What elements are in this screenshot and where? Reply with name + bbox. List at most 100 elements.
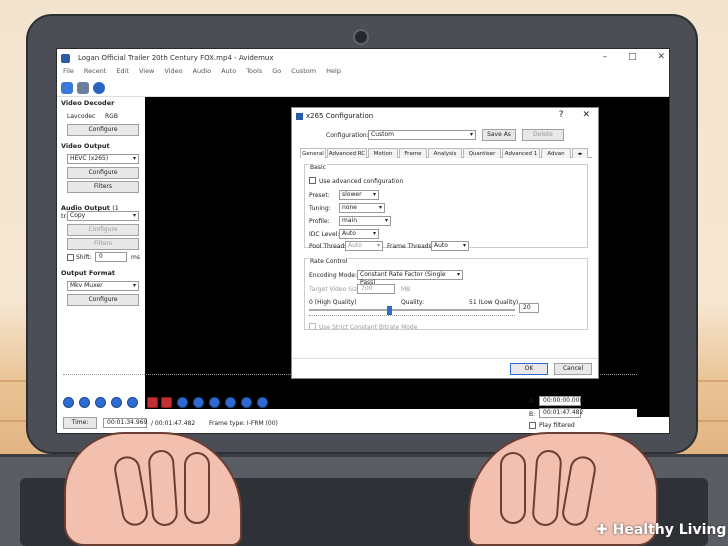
quality-slider-track[interactable] — [309, 309, 515, 311]
frame-threads-select[interactable]: Auto — [431, 241, 469, 251]
go-end-icon[interactable] — [225, 397, 236, 408]
configuration-select[interactable]: Custom — [368, 130, 476, 140]
avidemux-icon — [61, 53, 70, 63]
cancel-button[interactable]: Cancel — [554, 363, 592, 375]
audio-shift-checkbox[interactable] — [67, 254, 74, 261]
ok-button[interactable]: OK — [510, 363, 548, 375]
strict-cbr-checkbox[interactable] — [309, 323, 316, 330]
left-finger — [147, 449, 179, 527]
tab-general[interactable]: General — [300, 148, 326, 158]
window-titlebar: Logan Official Trailer 20th Century FOX.… — [57, 49, 669, 67]
video-filters-button[interactable]: Filters — [67, 181, 139, 193]
forward-icon[interactable] — [95, 397, 106, 408]
frame-threads-label: Frame Threads — [387, 243, 432, 250]
menu-tools[interactable]: Tools — [246, 67, 262, 79]
marker-a-icon[interactable] — [147, 397, 158, 408]
encoding-mode-select[interactable]: Constant Rate Factor (Single Pass) — [357, 270, 463, 286]
decoder-configure-button[interactable]: Configure — [67, 124, 139, 136]
muxer-select[interactable]: Mkv Muxer — [67, 281, 139, 291]
right-finger — [531, 449, 563, 527]
save-file-icon[interactable] — [77, 81, 89, 94]
menu-file[interactable]: File — [63, 67, 74, 79]
marker-b-icon[interactable] — [161, 397, 172, 408]
menu-recent[interactable]: Recent — [84, 67, 106, 79]
tab-frame[interactable]: Frame — [399, 148, 427, 158]
next-cut-icon[interactable] — [257, 397, 268, 408]
strict-cbr-label: Use Strict Constant Bitrate Mode — [319, 324, 418, 331]
use-advanced-checkbox[interactable] — [309, 177, 316, 184]
menu-go[interactable]: Go — [272, 67, 281, 79]
idc-select[interactable]: Auto — [339, 229, 379, 239]
playback-controls: Time: 00:01:34.969 / 00:01:47.482 Frame … — [57, 393, 669, 433]
pool-threads-select[interactable]: Auto — [345, 241, 383, 251]
window-controls: – □ ✕ — [585, 52, 665, 62]
encoding-mode-label: Encoding Mode: — [309, 272, 357, 279]
configuration-label: Configuration: — [326, 132, 369, 139]
shift-value-input[interactable]: 0 — [95, 252, 127, 262]
save-as-button[interactable]: Save As — [482, 129, 516, 141]
decoder-codec: Lavcodec — [67, 113, 96, 120]
quality-spinbox[interactable]: 20 — [519, 303, 539, 313]
close-button[interactable]: ✕ — [657, 52, 665, 62]
tab-advanced-rc[interactable]: Advanced RC — [327, 148, 367, 158]
prev-frame-icon[interactable] — [111, 397, 122, 408]
audio-mode-select[interactable]: Copy — [67, 211, 139, 221]
menu-auto[interactable]: Auto — [221, 67, 236, 79]
tab-motion[interactable]: Motion — [368, 148, 398, 158]
shift-label: Shift: — [76, 254, 92, 261]
quality-slider-thumb[interactable] — [387, 306, 393, 315]
menu-audio[interactable]: Audio — [193, 67, 211, 79]
webcam-icon — [353, 29, 369, 45]
audio-configure-button[interactable]: Configure — [67, 224, 139, 236]
current-time-field[interactable]: 00:01:34.969 — [103, 418, 147, 428]
tab-quantiser[interactable]: Quantiser — [463, 148, 501, 158]
laptop-screen: Logan Official Trailer 20th Century FOX.… — [56, 48, 670, 434]
play-filtered-checkbox[interactable] — [529, 422, 536, 429]
preset-select[interactable]: slower — [339, 190, 379, 200]
muxer-configure-button[interactable]: Configure — [67, 294, 139, 306]
prev-keyframe-icon[interactable] — [177, 397, 188, 408]
frame-type: Frame type: I-FRM (00) — [209, 420, 278, 427]
basic-title: Basic — [309, 164, 327, 171]
menu-custom[interactable]: Custom — [291, 67, 316, 79]
video-codec-select[interactable]: HEVC (x265) — [67, 154, 139, 164]
menu-view[interactable]: View — [139, 67, 154, 79]
go-start-icon[interactable] — [209, 397, 220, 408]
next-keyframe-icon[interactable] — [193, 397, 204, 408]
time-button[interactable]: Time: — [63, 417, 97, 429]
dialog-icon — [296, 113, 303, 120]
dialog-close-button[interactable]: ✕ — [582, 110, 590, 120]
audio-filters-button[interactable]: Filters — [67, 238, 139, 250]
maximize-button[interactable]: □ — [628, 52, 637, 62]
tab-advanced-2[interactable]: Advan — [541, 148, 571, 158]
profile-select[interactable]: main — [339, 216, 391, 226]
pool-threads-label: Pool Threads — [309, 243, 348, 250]
rewind-icon[interactable] — [79, 397, 90, 408]
next-frame-icon[interactable] — [127, 397, 138, 408]
tab-scroll-arrows[interactable]: ◂▸ — [572, 148, 588, 158]
menu-help[interactable]: Help — [326, 67, 341, 79]
minimize-button[interactable]: – — [603, 52, 608, 62]
tab-analysis[interactable]: Analysis — [428, 148, 462, 158]
marker-a-field[interactable]: 00:00:00.000 — [539, 396, 583, 406]
quality-slider-ticks — [309, 315, 515, 317]
rate-control-group: Rate Control Encoding Mode: Constant Rat… — [304, 258, 588, 331]
basic-group: Basic Use advanced configuration Preset:… — [304, 164, 588, 251]
marker-a-label: A: — [529, 398, 536, 405]
play-icon[interactable] — [63, 397, 74, 408]
target-size-input[interactable]: 700 — [357, 284, 395, 294]
dialog-help-button[interactable]: ? — [559, 110, 564, 120]
tuning-select[interactable]: none — [339, 203, 385, 213]
secondary-preview — [637, 387, 669, 417]
marker-b-field[interactable]: 00:01:47.482 — [539, 408, 583, 418]
video-configure-button[interactable]: Configure — [67, 167, 139, 179]
prev-cut-icon[interactable] — [241, 397, 252, 408]
menu-video[interactable]: Video — [164, 67, 182, 79]
menu-edit[interactable]: Edit — [116, 67, 129, 79]
toolbar — [57, 79, 669, 97]
delete-button[interactable]: Delete — [522, 129, 564, 141]
open-file-icon[interactable] — [61, 81, 73, 94]
info-icon[interactable] — [93, 81, 105, 94]
output-format-heading: Output Format — [61, 269, 116, 277]
tab-advanced-1[interactable]: Advanced 1 — [502, 148, 540, 158]
